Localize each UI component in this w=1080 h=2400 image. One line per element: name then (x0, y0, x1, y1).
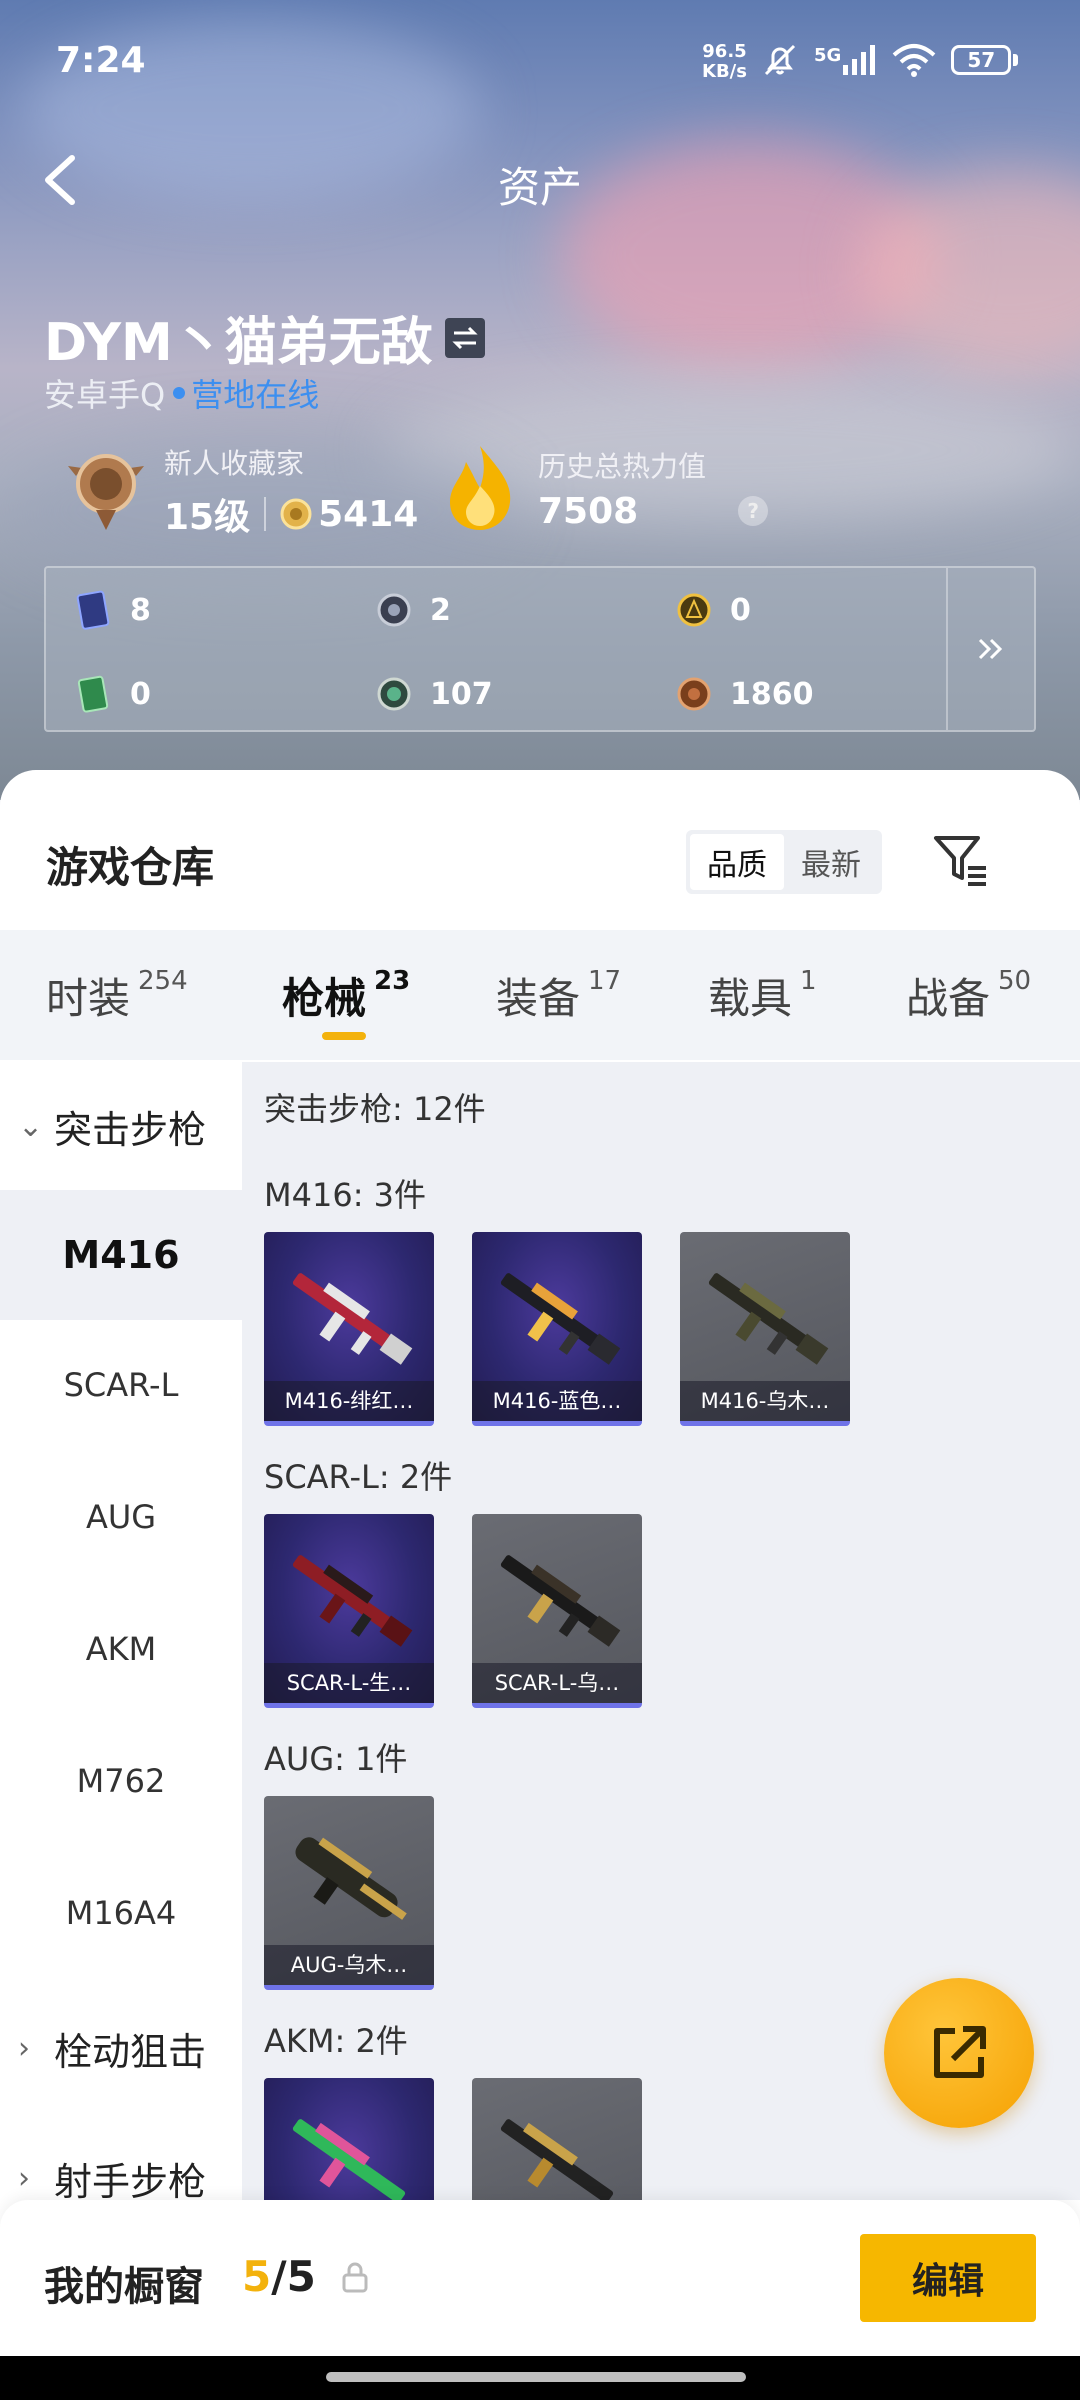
currency-more-button[interactable] (946, 568, 1034, 730)
sidebar-item-m16a4[interactable]: M16A4 (0, 1848, 242, 1978)
sidebar-category-assault-rifle[interactable]: ⌄ 突击步枪 (0, 1062, 242, 1190)
mute-bell-icon (764, 44, 796, 76)
sort-newest-button[interactable]: 最新 (784, 834, 878, 890)
tab-fashion[interactable]: 时装 254 (46, 930, 188, 1060)
tab-supplies[interactable]: 战备 50 (906, 930, 1031, 1060)
currency-silver[interactable]: 2 (376, 588, 676, 632)
sort-quality-button[interactable]: 品质 (690, 834, 784, 890)
showcase-label: 我的橱窗 (44, 2264, 204, 2310)
ticket-icon (77, 675, 109, 713)
coin-gold-icon (677, 593, 711, 627)
active-tab-indicator (322, 1032, 366, 1040)
battery-indicator: 57 (951, 45, 1019, 75)
sidebar-item-m416[interactable]: M416 (0, 1190, 242, 1320)
chevron-right-icon: › (18, 2160, 30, 2196)
sort-toggle: 品质 最新 (686, 830, 882, 894)
switch-account-icon[interactable] (444, 317, 485, 358)
orb-icon (377, 677, 411, 711)
warehouse-title: 游戏仓库 (46, 843, 215, 892)
collector-level: 15级 (164, 497, 251, 538)
network-speed: 96.5 KB/s (702, 41, 747, 82)
rifle-icon (500, 1555, 621, 1647)
group-title-m416: M416: 3件 (264, 1176, 427, 1214)
rifle-icon (292, 1555, 413, 1647)
sidebar-item-m762[interactable]: M762 (0, 1716, 242, 1846)
filter-icon[interactable] (930, 830, 990, 890)
weapon-card[interactable]: SCAR-L-乌… (472, 1514, 642, 1708)
rifle-icon (708, 1273, 829, 1365)
heat-label: 历史总热力值 (538, 449, 707, 483)
points-badge-icon (280, 498, 312, 530)
user-name: DYM丶猫弟无敌 (44, 313, 433, 373)
currency-gold[interactable]: 0 (676, 588, 956, 632)
chevron-down-icon: ⌄ (18, 1108, 44, 1144)
group-title-akm: AKM: 2件 (264, 2022, 408, 2060)
home-indicator[interactable] (326, 2372, 746, 2382)
heat-stat[interactable]: 历史总热力值 7508 ? (440, 442, 769, 534)
coin-bronze-icon (677, 677, 711, 711)
weapon-card[interactable]: SCAR-L-生… (264, 1514, 434, 1708)
sidebar-item-scar-l[interactable]: SCAR-L (0, 1320, 242, 1450)
weapon-card[interactable]: AUG-乌木… (264, 1796, 434, 1990)
collector-title: 新人收藏家 (164, 447, 305, 480)
sidebar-item-aug[interactable]: AUG (0, 1452, 242, 1582)
sidebar-item-akm[interactable]: AKM (0, 1584, 242, 1714)
currency-panel: 8 2 0 0 107 1860 (44, 566, 1036, 732)
platform-label: 安卓手Q (44, 376, 166, 414)
profile-hero: 7:24 96.5 KB/s 5G 57 资产 DYM丶猫弟无敌 安卓手Q 营地… (0, 0, 1080, 800)
online-dot-icon (173, 387, 186, 399)
weapon-card[interactable] (264, 2078, 434, 2200)
weapon-card[interactable]: M416-乌木… (680, 1232, 850, 1426)
sidebar-category-bolt-sniper[interactable]: › 栓动狙击 (0, 1984, 242, 2112)
network-type: 5G (814, 45, 842, 66)
chevron-right-icon: › (18, 2030, 30, 2066)
weapon-card[interactable] (472, 2078, 642, 2200)
share-export-icon (934, 2026, 986, 2078)
user-name-row: DYM丶猫弟无敌 (44, 300, 485, 375)
currency-bronze[interactable]: 1860 (676, 672, 956, 716)
weapon-card[interactable]: M416-绯红… (264, 1232, 434, 1426)
rifle-icon (295, 1837, 407, 1920)
status-time: 7:24 (56, 40, 146, 81)
edit-button[interactable]: 编辑 (860, 2234, 1036, 2322)
tab-equipment[interactable]: 装备 17 (496, 930, 621, 1060)
collector-points: 5414 (318, 493, 419, 535)
group-title-aug: AUG: 1件 (264, 1740, 408, 1778)
online-status: 营地在线 (191, 376, 320, 414)
showcase-count: 5/5 (242, 2252, 316, 2301)
weapon-sidebar: ⌄ 突击步枪 M416 SCAR-L AUG AKM M762 M16A4 › … (0, 1062, 242, 2204)
double-chevron-right-icon (978, 638, 1003, 660)
collector-medal-icon (68, 454, 144, 530)
section-header: 突击步枪: 12件 (264, 1090, 486, 1128)
system-nav-bar (0, 2356, 1080, 2400)
rifle-icon (500, 1273, 621, 1365)
coin-silver-icon (377, 593, 411, 627)
card-icon (76, 590, 110, 630)
collector-stat[interactable]: 新人收藏家 15级 5414 (66, 442, 418, 540)
wifi-icon (892, 44, 936, 77)
weapon-card[interactable]: M416-蓝色… (472, 1232, 642, 1426)
status-bar: 7:24 96.5 KB/s 5G 57 (0, 0, 1080, 120)
rifle-icon (500, 2119, 614, 2200)
warehouse-sheet: 游戏仓库 品质 最新 时装 254 枪械 23 装备 17 载具 1 战备 50 ⌄ 突击… (0, 770, 1080, 2400)
rifle-icon (292, 2119, 406, 2200)
signal-icon (843, 45, 876, 75)
user-sub-info: 安卓手Q 营地在线 (44, 370, 319, 416)
currency-ticket[interactable]: 0 (76, 672, 376, 716)
share-button[interactable] (884, 1978, 1034, 2128)
help-icon[interactable]: ? (738, 496, 769, 526)
currency-orb[interactable]: 107 (376, 672, 676, 716)
heat-value: 7508 (538, 490, 639, 532)
tab-vehicles[interactable]: 载具 1 (708, 930, 817, 1060)
flame-icon (450, 446, 511, 530)
group-title-scar-l: SCAR-L: 2件 (264, 1458, 453, 1496)
lock-icon (342, 2262, 368, 2293)
showcase-bar: 我的橱窗 5/5 编辑 (0, 2200, 1080, 2356)
tab-weapons[interactable]: 枪械 23 (282, 930, 410, 1060)
rifle-icon (292, 1273, 413, 1365)
currency-card[interactable]: 8 (76, 588, 376, 632)
page-title: 资产 (497, 163, 582, 212)
category-tabs: 时装 254 枪械 23 装备 17 载具 1 战备 50 (0, 930, 1080, 1060)
